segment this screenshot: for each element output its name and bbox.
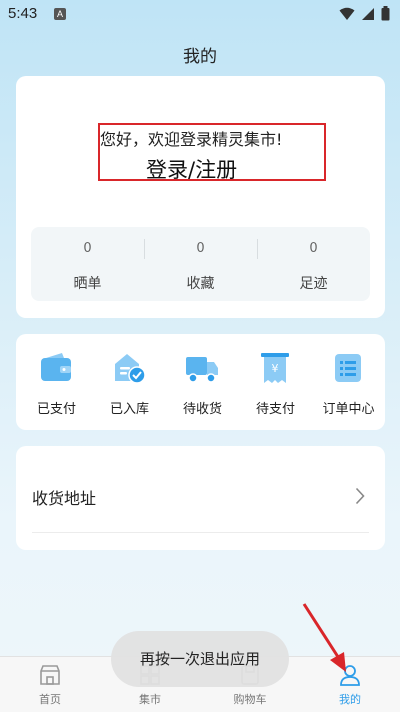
order-label: 待支付 <box>255 402 295 417</box>
address-card[interactable]: 收货地址 <box>16 446 385 550</box>
stat-value: 0 <box>309 241 318 256</box>
status-bar: 5:43 A <box>0 0 400 28</box>
stat-label: 足迹 <box>299 276 328 292</box>
home-icon <box>40 665 60 685</box>
order-to-pay[interactable]: ¥ 待支付 <box>239 334 312 430</box>
receipt-icon: ¥ <box>261 353 289 383</box>
truck-icon <box>186 357 218 383</box>
order-label: 已支付 <box>36 402 76 417</box>
order-paid[interactable]: 已支付 <box>20 334 93 430</box>
order-label: 已入库 <box>109 402 149 417</box>
stat-value: 0 <box>196 241 205 256</box>
annotation-arrow-icon <box>302 603 346 672</box>
tab-label: 集市 <box>139 693 161 706</box>
notification-badge: A <box>54 8 66 20</box>
page-title: 我的 <box>183 47 217 67</box>
status-icons <box>339 6 390 21</box>
stat-label: 晒单 <box>73 276 102 292</box>
order-label: 待收货 <box>182 402 222 417</box>
wifi-icon <box>339 7 355 20</box>
address-label: 收货地址 <box>32 489 97 508</box>
order-label: 订单中心 <box>322 402 375 417</box>
battery-icon <box>381 6 390 21</box>
order-to-receive[interactable]: 待收货 <box>166 334 239 430</box>
stat-footprints[interactable]: 0 足迹 <box>257 227 370 301</box>
svg-text:¥: ¥ <box>272 362 279 375</box>
exit-toast: 再按一次退出应用 <box>111 631 289 687</box>
login-register-link[interactable]: 登录/注册 <box>146 154 237 184</box>
stocked-icon <box>115 354 146 384</box>
stat-favorites[interactable]: 0 收藏 <box>144 227 257 301</box>
order-list-icon <box>335 354 361 382</box>
stat-shaidan[interactable]: 0 晒单 <box>31 227 144 301</box>
status-time: 5:43 <box>8 5 38 22</box>
order-center[interactable]: 订单中心 <box>312 334 385 430</box>
order-stocked[interactable]: 已入库 <box>93 334 166 430</box>
tab-label: 首页 <box>39 693 61 706</box>
welcome-text: 您好，欢迎登录精灵集市! <box>100 130 283 149</box>
wallet-icon <box>41 353 71 381</box>
tab-label: 我的 <box>339 693 361 706</box>
orders-card: 已支付 已入库 待收货 ¥ 待支付 订单中心 <box>16 334 385 430</box>
tab-label: 购物车 <box>233 693 267 706</box>
stat-value: 0 <box>83 241 92 256</box>
tab-home[interactable]: 首页 <box>0 657 100 712</box>
stat-label: 收藏 <box>186 276 215 292</box>
stats-panel: 0 晒单 0 收藏 0 足迹 <box>31 227 370 301</box>
divider <box>32 532 369 533</box>
chevron-right-icon <box>355 487 365 505</box>
signal-icon <box>362 7 374 20</box>
